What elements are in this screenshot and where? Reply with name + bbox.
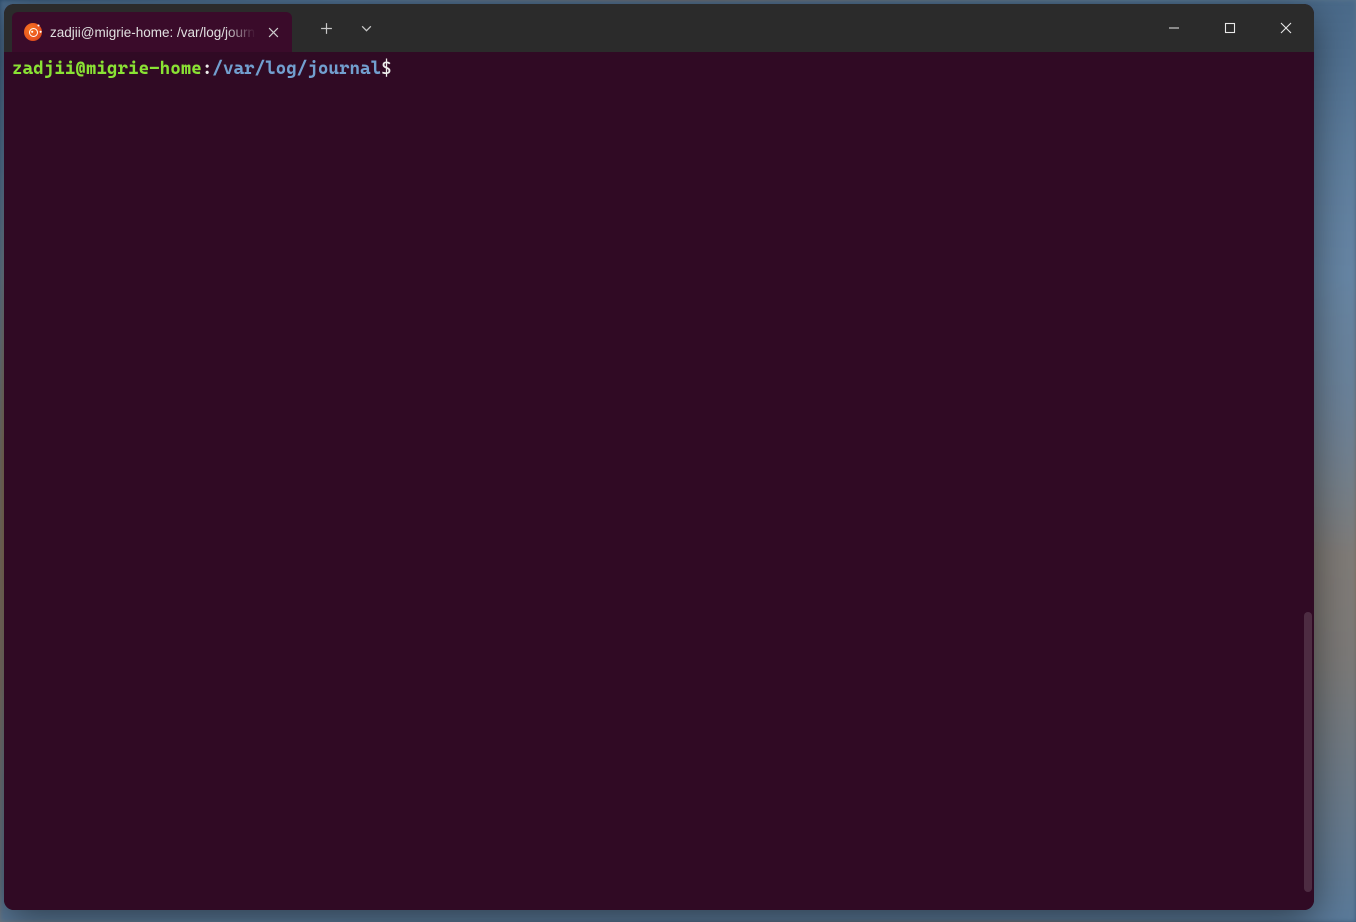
prompt-separator: : <box>202 58 213 79</box>
plus-icon <box>320 22 333 35</box>
chevron-down-icon <box>360 22 373 35</box>
titlebar-drag-region[interactable] <box>392 4 1146 52</box>
maximize-button[interactable] <box>1202 4 1258 52</box>
tab-dropdown-button[interactable] <box>348 10 384 46</box>
prompt-user-host: zadjii@migrie-home <box>12 58 202 79</box>
close-icon <box>268 27 279 38</box>
tab-strip: zadjii@migrie-home: /var/log/journal <box>4 4 292 52</box>
maximize-icon <box>1224 22 1236 34</box>
titlebar[interactable]: zadjii@migrie-home: /var/log/journal <box>4 4 1314 52</box>
tabbar-actions <box>292 4 392 52</box>
close-icon <box>1280 22 1292 34</box>
terminal-viewport[interactable]: zadjii@migrie-home:/var/log/journal$ <box>4 52 1314 910</box>
tab-close-button[interactable] <box>264 23 282 41</box>
window-controls <box>1146 4 1314 52</box>
tab-active[interactable]: zadjii@migrie-home: /var/log/journal <box>12 12 292 52</box>
minimize-button[interactable] <box>1146 4 1202 52</box>
window-close-button[interactable] <box>1258 4 1314 52</box>
new-tab-button[interactable] <box>308 10 344 46</box>
ubuntu-icon <box>24 23 42 41</box>
tab-title: zadjii@migrie-home: /var/log/journal <box>50 25 256 40</box>
terminal-window: zadjii@migrie-home: /var/log/journal <box>4 4 1314 910</box>
prompt-symbol: $ <box>381 58 392 79</box>
prompt-path: /var/log/journal <box>212 58 381 79</box>
scrollbar-thumb[interactable] <box>1304 612 1312 892</box>
minimize-icon <box>1168 22 1180 34</box>
scrollbar-track[interactable] <box>1302 52 1314 910</box>
prompt-line: zadjii@migrie-home:/var/log/journal$ <box>12 58 1306 81</box>
